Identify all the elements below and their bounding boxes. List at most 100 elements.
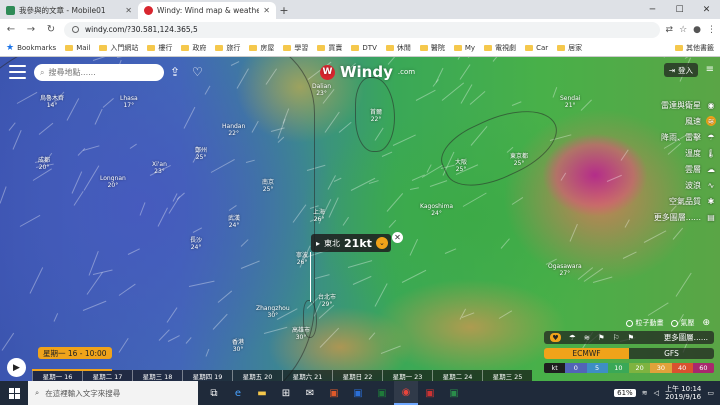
- tab-title: Windy: Wind map & weather fo: [157, 6, 260, 15]
- timeline-day[interactable]: 星期日 22: [332, 370, 382, 381]
- wind-popup[interactable]: ▸ 東北 21kt ⌄: [311, 234, 391, 252]
- flag-quick-icon[interactable]: ⚐: [613, 333, 620, 342]
- tab-windy[interactable]: Windy: Wind map & weather fo ✕: [138, 2, 276, 19]
- wind-color-legend[interactable]: kt 0 5 10 20 30 40 60: [544, 363, 714, 373]
- close-tab-icon[interactable]: ✕: [125, 6, 132, 15]
- wind-streak: [386, 193, 404, 212]
- new-tab-button[interactable]: +: [276, 2, 292, 19]
- bookmark-folder[interactable]: My: [453, 44, 475, 52]
- overlay-settings-icon[interactable]: ⊕: [702, 318, 710, 328]
- rain-quick-icon[interactable]: ☂: [569, 333, 576, 342]
- translate-icon[interactable]: ⇄: [666, 25, 674, 35]
- task-view-icon[interactable]: ⧉: [202, 381, 226, 405]
- play-button[interactable]: ▶: [7, 358, 26, 377]
- timeline-bar[interactable]: 星期一 16 星期二 17 星期三 18 星期四 19 星期五 20 星期六 21 星期日 …: [32, 370, 532, 381]
- more-layers-button[interactable]: 更多圖層......: [664, 332, 708, 343]
- bookmark-folder[interactable]: Mail: [65, 44, 90, 52]
- search-box[interactable]: ⌕: [34, 64, 164, 81]
- profile-icon[interactable]: ●: [693, 25, 701, 35]
- layer-item[interactable]: 波浪 ∿: [650, 177, 720, 193]
- close-tab-icon[interactable]: ✕: [263, 6, 270, 15]
- bookmark-folder[interactable]: 政府: [181, 43, 206, 53]
- layer-item[interactable]: 風速 ≋: [650, 113, 720, 129]
- menu-dots-icon[interactable]: ⋮: [707, 25, 716, 35]
- other-bookmarks-folder[interactable]: 其他書籤: [675, 43, 714, 53]
- windy-logo[interactable]: W Windy .com: [320, 63, 415, 81]
- address-bar[interactable]: windy.com/?30.581,124.365,5: [64, 21, 660, 38]
- forward-icon[interactable]: →: [24, 23, 38, 37]
- bookmark-folder[interactable]: DTV: [351, 44, 377, 52]
- timeline-day[interactable]: 星期二 24: [432, 370, 482, 381]
- timeline-day[interactable]: 星期二 17: [82, 370, 132, 381]
- app-icon[interactable]: ▣: [418, 381, 442, 405]
- share-icon[interactable]: ⇪: [170, 65, 180, 79]
- app-icon[interactable]: ▣: [322, 381, 346, 405]
- bookmarks-button[interactable]: ★ Bookmarks: [6, 43, 56, 53]
- temperature-quick-icon[interactable]: ≋: [584, 333, 590, 342]
- wind-map[interactable]: 烏魯木齊 14° Lhasa 17° Handan 22° 鄭州 25° 成都 20° X…: [0, 57, 720, 381]
- taskbar-search[interactable]: ⌕ 在這裡輸入文字來搜尋: [28, 381, 198, 405]
- popup-expand-icon[interactable]: ⌄: [375, 237, 388, 249]
- timeline-day[interactable]: 星期六 21: [282, 370, 332, 381]
- wifi-icon[interactable]: ≋: [642, 389, 648, 397]
- favorites-heart-icon[interactable]: ♡: [192, 65, 203, 79]
- tab-mobile01[interactable]: 我參與的文章 - Mobile01 ✕: [0, 2, 138, 19]
- particles-toggle[interactable]: 粒子動畫: [626, 318, 663, 328]
- bookmark-folder[interactable]: 入門網站: [99, 43, 138, 53]
- app-icon[interactable]: ▣: [442, 381, 466, 405]
- bookmark-folder[interactable]: 房屋: [249, 43, 274, 53]
- bookmark-folder[interactable]: 醫院: [419, 43, 445, 53]
- popup-close-icon[interactable]: ✕: [392, 232, 403, 243]
- layer-item[interactable]: 更多圖層...... ▤: [650, 209, 720, 225]
- wind-streak: [381, 151, 393, 157]
- bookmark-folder[interactable]: 樓行: [147, 43, 172, 53]
- bookmark-folder[interactable]: 學習: [283, 43, 308, 53]
- model-ecmwf-button[interactable]: ECMWF: [544, 348, 629, 359]
- timeline-day[interactable]: 星期五 20: [232, 370, 282, 381]
- app-icon[interactable]: ▣: [346, 381, 370, 405]
- layer-item[interactable]: 空氣品質 ✱: [650, 193, 720, 209]
- timeline-day[interactable]: 星期三 25: [482, 370, 532, 381]
- volume-icon[interactable]: ◁: [654, 389, 659, 397]
- timeline-day[interactable]: 星期一 23: [382, 370, 432, 381]
- bookmark-folder[interactable]: 旅行: [215, 43, 240, 53]
- close-window-icon[interactable]: ✕: [693, 0, 720, 19]
- bookmark-folder[interactable]: 電視劇: [484, 43, 516, 53]
- pressure-toggle[interactable]: 氣壓: [671, 318, 694, 328]
- bookmark-star-icon[interactable]: ☆: [679, 25, 687, 35]
- chrome-icon[interactable]: ◉: [394, 381, 418, 405]
- search-input[interactable]: [48, 68, 149, 77]
- bookmark-folder[interactable]: 居家: [557, 43, 582, 53]
- current-time-indicator[interactable]: 星期一 16 - 10:00: [38, 347, 112, 359]
- clock[interactable]: 上午 10:14 2019/9/16: [665, 385, 701, 401]
- model-gfs-button[interactable]: GFS: [629, 348, 714, 359]
- reload-icon[interactable]: ↻: [44, 23, 58, 37]
- battery-indicator[interactable]: 61%: [614, 389, 636, 397]
- flag-quick-icon[interactable]: ⚑: [628, 333, 635, 342]
- maximize-icon[interactable]: ☐: [666, 0, 693, 19]
- top-menu-icon[interactable]: ≡: [706, 64, 714, 75]
- layer-item[interactable]: 雲層 ☁: [650, 161, 720, 177]
- flag-quick-icon[interactable]: ⚑: [598, 333, 605, 342]
- edge-icon[interactable]: e: [226, 381, 250, 405]
- favorite-layer-icon[interactable]: ♥: [550, 333, 561, 342]
- bookmark-folder[interactable]: 買賣: [317, 43, 342, 53]
- login-button[interactable]: ⇥ 登入: [663, 63, 698, 77]
- layer-item[interactable]: 降雨、雷擊 ☂: [650, 129, 720, 145]
- timeline-day[interactable]: 星期四 19: [182, 370, 232, 381]
- start-button[interactable]: [0, 381, 28, 405]
- timeline-day[interactable]: 星期三 18: [132, 370, 182, 381]
- back-icon[interactable]: ←: [4, 23, 18, 37]
- timeline-day[interactable]: 星期一 16: [32, 370, 82, 381]
- bookmark-folder[interactable]: Car: [525, 44, 548, 52]
- store-icon[interactable]: ⊞: [274, 381, 298, 405]
- mail-icon[interactable]: ✉: [298, 381, 322, 405]
- layer-item[interactable]: 雷達與衛星 ◉: [650, 97, 720, 113]
- layer-item[interactable]: 溫度 🌡: [650, 145, 720, 161]
- minimize-icon[interactable]: ─: [639, 0, 666, 19]
- main-menu-icon[interactable]: [9, 65, 26, 79]
- app-icon[interactable]: ▣: [370, 381, 394, 405]
- notification-icon[interactable]: ▭: [707, 389, 714, 397]
- bookmark-folder[interactable]: 休閒: [385, 43, 411, 53]
- file-explorer-icon[interactable]: ▬: [250, 381, 274, 405]
